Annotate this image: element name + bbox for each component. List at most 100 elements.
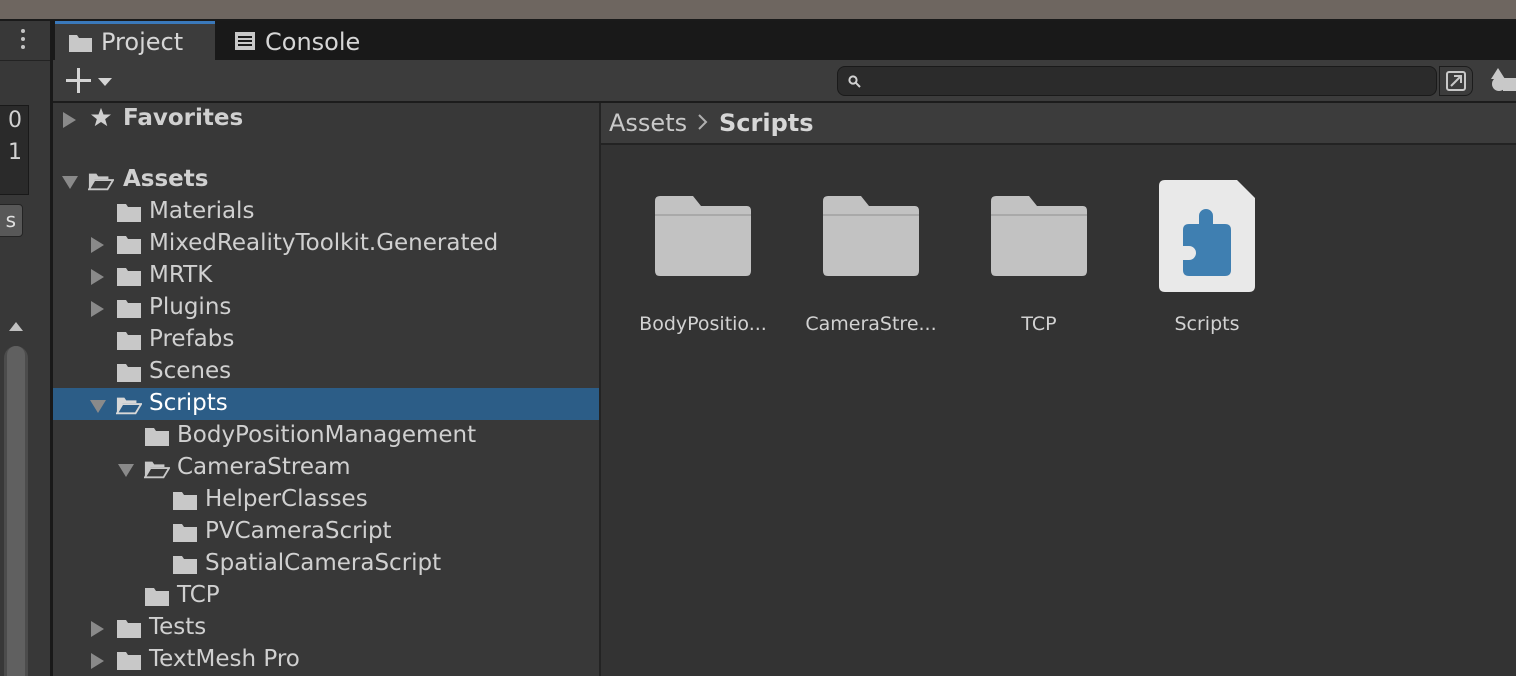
project-tree[interactable]: Favorites Assets Materials MixedRealityT… bbox=[53, 103, 599, 676]
search-box[interactable] bbox=[837, 66, 1437, 96]
folder-icon bbox=[117, 236, 141, 254]
tree-label: Assets bbox=[123, 166, 209, 192]
folder-icon bbox=[145, 428, 169, 446]
folder-icon bbox=[117, 620, 141, 638]
star-icon bbox=[91, 107, 111, 127]
tab-project[interactable]: Project bbox=[55, 21, 215, 60]
tree-label: Favorites bbox=[123, 105, 244, 131]
search-external-button[interactable] bbox=[1439, 66, 1473, 96]
create-dropdown-chevron-icon[interactable] bbox=[98, 78, 112, 86]
tree-row-plugins[interactable]: Plugins bbox=[53, 292, 599, 324]
tree-row-prefabs[interactable]: Prefabs bbox=[53, 324, 599, 356]
number-value-0: 0 bbox=[8, 108, 22, 133]
window-top-strip bbox=[0, 0, 1516, 19]
expand-arrow-icon[interactable] bbox=[91, 269, 104, 285]
collapse-arrow-icon[interactable] bbox=[118, 464, 134, 477]
tree-label: MRTK bbox=[149, 262, 213, 288]
tree-row-mrtk[interactable]: MRTK bbox=[53, 260, 599, 292]
asset-item-bodypositionmanagement[interactable]: BodyPositio... bbox=[628, 180, 778, 340]
tree-label: HelperClasses bbox=[205, 486, 368, 512]
chevron-right-icon bbox=[698, 114, 708, 130]
asset-item-tcp[interactable]: TCP bbox=[964, 180, 1114, 340]
tree-label: SpatialCameraScript bbox=[205, 550, 442, 576]
folder-icon bbox=[991, 196, 1087, 276]
left-panel-button[interactable]: s bbox=[0, 204, 23, 237]
console-icon bbox=[235, 32, 255, 50]
folder-open-icon bbox=[116, 397, 142, 415]
collapse-arrow-icon[interactable] bbox=[90, 400, 106, 413]
scrollbar-thumb[interactable] bbox=[7, 346, 25, 676]
tree-label: MixedRealityToolkit.Generated bbox=[149, 230, 499, 256]
folder-icon bbox=[655, 196, 751, 276]
tree-row-camerastream[interactable]: CameraStream bbox=[53, 452, 599, 484]
folder-icon bbox=[117, 332, 141, 350]
tree-label: Plugins bbox=[149, 294, 232, 320]
folder-icon bbox=[69, 35, 92, 52]
tree-row-pvcamerascript[interactable]: PVCameraScript bbox=[53, 516, 599, 548]
tab-console[interactable]: Console bbox=[229, 21, 379, 60]
expand-arrow-icon[interactable] bbox=[91, 653, 104, 669]
tree-row-tcp[interactable]: TCP bbox=[53, 580, 599, 612]
folder-icon bbox=[117, 300, 141, 318]
collapse-arrow-icon[interactable] bbox=[62, 176, 78, 189]
tree-label: TextMesh Pro bbox=[149, 646, 300, 672]
left-panel-divider bbox=[0, 60, 50, 61]
tree-row-tests[interactable]: Tests bbox=[53, 612, 599, 644]
tab-console-label: Console bbox=[265, 28, 361, 56]
tree-label: Tests bbox=[149, 614, 207, 640]
tree-label: Materials bbox=[149, 198, 255, 224]
asset-name: Scripts bbox=[1174, 313, 1240, 335]
asset-name: BodyPositio... bbox=[639, 313, 767, 335]
tree-label: Scenes bbox=[149, 358, 232, 384]
breadcrumb-assets[interactable]: Assets bbox=[609, 109, 687, 137]
asset-item-camerastream[interactable]: CameraStre... bbox=[796, 180, 946, 340]
tree-row-favorites[interactable]: Favorites bbox=[53, 103, 599, 135]
asset-name: TCP bbox=[1021, 313, 1057, 335]
tree-row-helperclasses[interactable]: HelperClasses bbox=[53, 484, 599, 516]
expand-arrow-icon[interactable] bbox=[91, 237, 104, 253]
left-panel-button-label: s bbox=[5, 208, 16, 232]
tree-label: CameraStream bbox=[177, 454, 351, 480]
folder-icon bbox=[117, 364, 141, 382]
folder-icon bbox=[823, 196, 919, 276]
folder-icon bbox=[117, 652, 141, 670]
folder-icon bbox=[117, 204, 141, 222]
scroll-up-arrow-icon[interactable] bbox=[9, 322, 23, 331]
tab-bar: Project Console bbox=[53, 21, 1516, 60]
tree-label: BodyPositionManagement bbox=[177, 422, 477, 448]
tree-row-textmesh-pro[interactable]: TextMesh Pro bbox=[53, 644, 599, 676]
tree-row-spatialcamerascript[interactable]: SpatialCameraScript bbox=[53, 548, 599, 580]
folder-open-icon bbox=[144, 461, 170, 479]
create-plus-icon[interactable] bbox=[65, 67, 93, 95]
project-toolbar bbox=[53, 60, 1516, 103]
search-icon bbox=[848, 75, 861, 88]
tree-row-scenes[interactable]: Scenes bbox=[53, 356, 599, 388]
expand-arrow-icon[interactable] bbox=[63, 112, 76, 128]
tree-label: Prefabs bbox=[149, 326, 235, 352]
expand-arrow-icon[interactable] bbox=[91, 621, 104, 637]
folder-open-icon bbox=[88, 173, 114, 191]
tree-row-materials[interactable]: Materials bbox=[53, 196, 599, 228]
number-value-1: 1 bbox=[8, 140, 22, 165]
expand-arrow-icon[interactable] bbox=[91, 301, 104, 317]
tree-label: Scripts bbox=[149, 390, 228, 416]
assembly-definition-icon bbox=[1159, 180, 1255, 292]
number-field[interactable]: 0 1 bbox=[0, 105, 29, 195]
breadcrumb: Assets Scripts bbox=[601, 103, 1516, 145]
filter-by-type-icon[interactable] bbox=[1489, 66, 1516, 96]
asset-item-scripts-asmdef[interactable]: Scripts bbox=[1132, 180, 1282, 340]
breadcrumb-scripts[interactable]: Scripts bbox=[719, 109, 814, 137]
asset-name: CameraStre... bbox=[805, 313, 937, 335]
tree-row-scripts[interactable]: Scripts bbox=[53, 388, 599, 420]
tree-label: TCP bbox=[177, 582, 220, 608]
folder-icon bbox=[145, 588, 169, 606]
more-options-icon[interactable] bbox=[15, 29, 31, 55]
folder-icon bbox=[173, 492, 197, 510]
tree-row-assets[interactable]: Assets bbox=[53, 164, 599, 196]
tree-row-bodypositionmanagement[interactable]: BodyPositionManagement bbox=[53, 420, 599, 452]
tab-project-label: Project bbox=[101, 28, 184, 56]
search-input[interactable] bbox=[868, 69, 1432, 95]
folder-icon bbox=[173, 556, 197, 574]
folder-icon bbox=[173, 524, 197, 542]
tree-row-mixedrealitytoolkit-generated[interactable]: MixedRealityToolkit.Generated bbox=[53, 228, 599, 260]
